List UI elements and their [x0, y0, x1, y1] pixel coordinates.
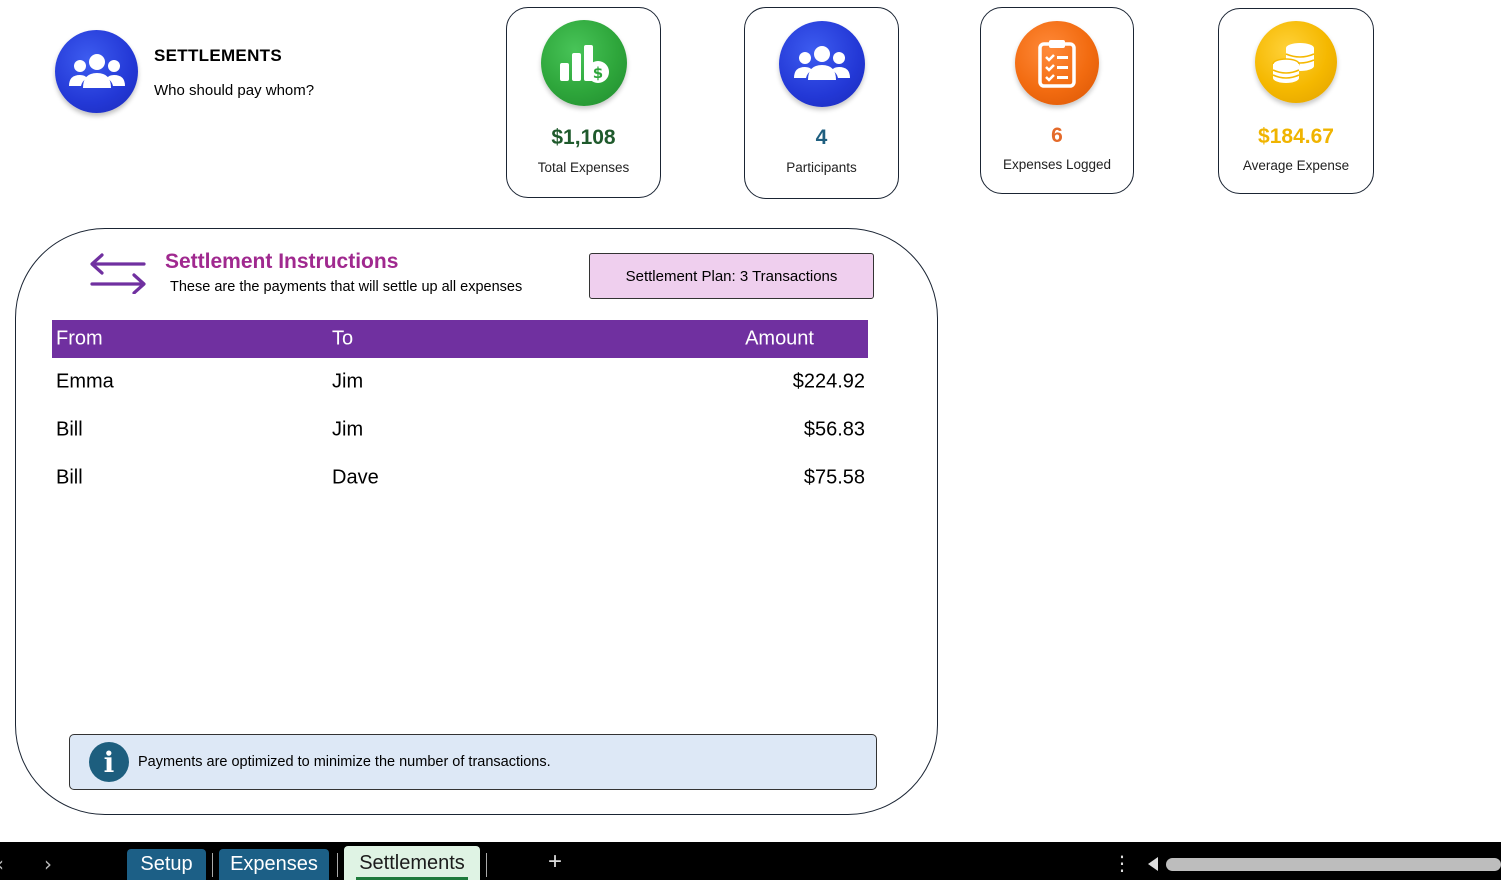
sheet-tab-setup[interactable]: Setup: [127, 849, 206, 880]
table-row: Bill Jim $56.83: [52, 406, 868, 454]
scroll-left-icon[interactable]: [1148, 857, 1158, 871]
kpi-label-expenses-logged: Expenses Logged: [1002, 157, 1112, 172]
tab-separator: [212, 853, 213, 877]
kpi-value-expenses-logged: 6: [1051, 124, 1063, 147]
sheet-tab-settlements[interactable]: Settlements: [344, 846, 480, 880]
horizontal-scrollbar[interactable]: [1166, 858, 1501, 871]
cell-amount[interactable]: $224.92: [793, 371, 865, 394]
tab-scroll-prev-icon[interactable]: ‹: [0, 852, 4, 876]
column-header-to[interactable]: To: [332, 328, 353, 351]
page-title: SETTLEMENTS: [154, 46, 282, 65]
kpi-value-total-expenses: $1,108: [551, 126, 616, 149]
sheet-tab-bar: ‹ › Setup Expenses Settlements + ⋮: [0, 842, 1501, 880]
clipboard-checklist-icon: [1015, 21, 1099, 105]
kpi-card-average-expense: $184.67 Average Expense: [1218, 8, 1374, 194]
tab-separator: [337, 853, 338, 877]
settlement-subtitle: These are the payments that will settle …: [170, 279, 523, 295]
table-row: Emma Jim $224.92: [52, 358, 868, 406]
people-group-icon: [778, 21, 865, 107]
kpi-label-total-expenses: Total Expenses: [537, 160, 630, 175]
settlement-table: From To Amount Emma Jim $224.92 Bill Jim…: [52, 320, 868, 502]
column-header-amount[interactable]: Amount: [745, 328, 814, 351]
table-header: From To Amount: [52, 320, 868, 358]
tab-separator: [486, 853, 487, 877]
bar-chart-dollar-icon: $: [540, 20, 627, 106]
sheet-tab-expenses[interactable]: Expenses: [219, 849, 329, 880]
info-icon: i: [89, 742, 129, 782]
cell-to[interactable]: Jim: [332, 371, 363, 394]
info-note: i Payments are optimized to minimize the…: [69, 734, 877, 790]
kpi-card-expenses-logged: 6 Expenses Logged: [980, 7, 1134, 194]
people-group-icon: [55, 30, 138, 113]
tab-scroll-next-icon[interactable]: ›: [44, 852, 52, 876]
add-sheet-icon[interactable]: +: [548, 848, 562, 876]
kpi-value-average-expense: $184.67: [1258, 125, 1334, 148]
settlement-plan-badge: Settlement Plan: 3 Transactions: [589, 253, 874, 299]
cell-from[interactable]: Bill: [56, 419, 83, 442]
sheet-tab-settlements-label: Settlements: [359, 851, 465, 874]
cell-to[interactable]: Jim: [332, 419, 363, 442]
column-header-from[interactable]: From: [56, 328, 103, 351]
cell-to[interactable]: Dave: [332, 467, 379, 490]
kpi-value-participants: 4: [815, 126, 828, 149]
more-options-icon[interactable]: ⋮: [1112, 851, 1132, 876]
page-subtitle: Who should pay whom?: [154, 82, 315, 99]
kpi-label-participants: Participants: [786, 160, 857, 175]
cell-from[interactable]: Emma: [56, 371, 114, 394]
transfer-arrows-icon: [90, 253, 146, 294]
cell-amount[interactable]: $56.83: [804, 419, 865, 442]
cell-from[interactable]: Bill: [56, 467, 83, 490]
kpi-card-total-expenses: $ $1,108 Total Expenses: [506, 7, 661, 198]
settlement-panel: [15, 228, 938, 815]
kpi-label-average-expense: Average Expense: [1242, 158, 1350, 173]
kpi-card-participants: 4 Participants: [744, 7, 899, 199]
coins-stack-icon: [1255, 21, 1337, 103]
settlement-title: Settlement Instructions: [165, 250, 399, 273]
svg-text:$: $: [592, 64, 602, 82]
info-text: Payments are optimized to minimize the n…: [138, 754, 551, 770]
cell-amount[interactable]: $75.58: [804, 467, 865, 490]
table-row: Bill Dave $75.58: [52, 454, 868, 502]
